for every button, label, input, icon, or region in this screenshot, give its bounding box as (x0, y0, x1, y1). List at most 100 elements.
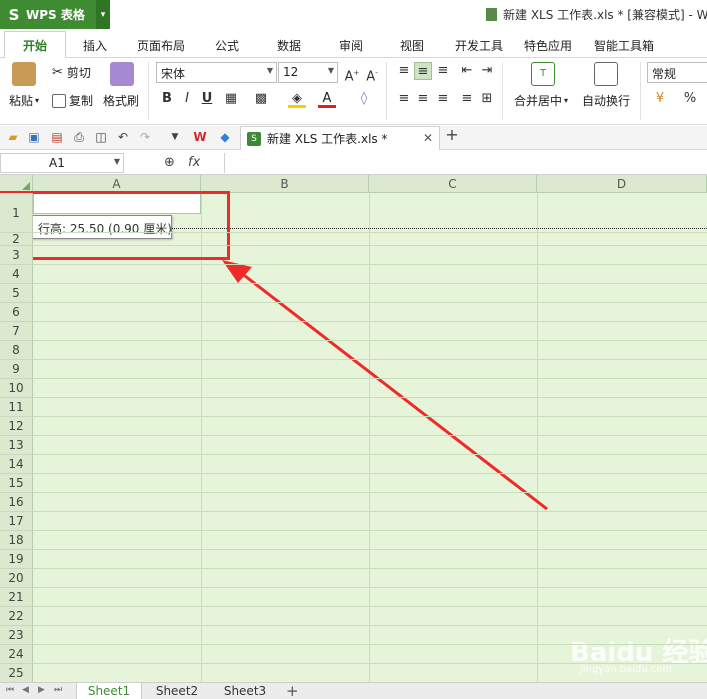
row-header-23[interactable]: 23 (0, 626, 33, 645)
tab-formulas[interactable]: 公式 (215, 37, 239, 54)
cloud-box-icon[interactable]: ◆ (218, 130, 232, 144)
underline-button[interactable]: U (198, 90, 216, 108)
sheet-tab-sheet3[interactable]: Sheet3 (214, 683, 276, 699)
row-header-19[interactable]: 19 (0, 550, 33, 569)
justify-icon[interactable]: ≡ (458, 90, 476, 108)
distribute-icon[interactable]: ⊞ (478, 90, 496, 108)
name-box[interactable]: A1 ▼ (0, 153, 124, 173)
row-header-9[interactable]: 9 (0, 360, 33, 379)
row-header-20[interactable]: 20 (0, 569, 33, 588)
tab-insert[interactable]: 插入 (83, 37, 107, 54)
new-tab-icon[interactable]: + (445, 127, 459, 143)
document-tab[interactable]: S 新建 XLS 工作表.xls * ✕ (240, 126, 440, 150)
align-bottom-icon[interactable]: ≡ (434, 62, 452, 80)
formula-input[interactable] (224, 153, 707, 173)
merge-center-button[interactable]: T (531, 62, 558, 86)
bold-button[interactable]: B (158, 90, 176, 108)
indent-decrease-icon[interactable]: ⇤ (458, 62, 476, 80)
row-header-4[interactable]: 4 (0, 265, 33, 284)
format-painter-label-button[interactable]: 格式刷 (103, 92, 139, 109)
copy-button[interactable]: 复制 (52, 92, 93, 109)
wps-w-icon[interactable]: W (193, 130, 207, 144)
row-header-18[interactable]: 18 (0, 531, 33, 550)
print-preview-icon[interactable]: ◫ (94, 130, 108, 144)
sheet-tab-sheet1[interactable]: Sheet1 (76, 683, 142, 699)
fill-color-icon[interactable]: ◈ (288, 90, 306, 108)
sheet-tab-sheet2[interactable]: Sheet2 (146, 683, 208, 699)
undo-icon[interactable]: ↶ (116, 130, 130, 144)
wrap-text-label-button[interactable]: 自动换行 (582, 92, 630, 109)
row-header-21[interactable]: 21 (0, 588, 33, 607)
row-header-14[interactable]: 14 (0, 455, 33, 474)
font-size-select[interactable]: 12 ▼ (278, 62, 338, 83)
add-sheet-icon[interactable]: + (286, 682, 299, 699)
tab-data[interactable]: 数据 (277, 37, 301, 54)
percent-button[interactable]: % (681, 90, 699, 108)
tab-developer[interactable]: 开发工具 (455, 37, 503, 54)
clear-format-icon[interactable]: ◊ (355, 90, 373, 108)
row-header-6[interactable]: 6 (0, 303, 33, 322)
row-header-1[interactable]: 1 (0, 193, 33, 233)
fill-pattern-icon[interactable]: ▩ (252, 90, 270, 108)
save-icon[interactable]: ▣ (27, 130, 41, 144)
font-name-select[interactable]: 宋体 ▼ (156, 62, 277, 83)
row-header-15[interactable]: 15 (0, 474, 33, 493)
cut-label: 剪切 (66, 66, 91, 80)
next-sheet-icon[interactable]: ▶ (38, 685, 45, 695)
align-left-icon[interactable]: ≡ (395, 90, 413, 108)
format-painter-button[interactable] (110, 62, 137, 86)
paste-label-button[interactable]: 粘贴 ▾ (9, 92, 39, 109)
increase-font-icon[interactable]: A+ (343, 64, 361, 84)
number-format-select[interactable]: 常规 (647, 62, 707, 83)
wrap-text-button[interactable] (594, 62, 621, 86)
insert-function-button[interactable]: fx (188, 155, 200, 170)
align-right-icon[interactable]: ≡ (434, 90, 452, 108)
row-header-13[interactable]: 13 (0, 436, 33, 455)
italic-button[interactable]: I (178, 90, 196, 108)
row-header-24[interactable]: 24 (0, 645, 33, 664)
open-folder-icon[interactable]: ▰ (6, 130, 20, 144)
align-center-icon[interactable]: ≡ (414, 90, 432, 108)
row-header-2[interactable]: 2 (0, 232, 33, 246)
chevron-down-icon[interactable]: ▼ (168, 130, 182, 144)
tab-special-apps[interactable]: 特色应用 (524, 37, 572, 54)
align-top-icon[interactable]: ≡ (395, 62, 413, 80)
tab-view[interactable]: 视图 (400, 37, 424, 54)
tab-review[interactable]: 审阅 (339, 37, 363, 54)
zoom-search-icon[interactable]: ⊕ (164, 155, 175, 170)
currency-icon[interactable]: ¥ (651, 90, 669, 108)
row-header-12[interactable]: 12 (0, 417, 33, 436)
row-header-3[interactable]: 3 (0, 246, 33, 265)
row-header-25[interactable]: 25 (0, 664, 33, 682)
row-gridline (33, 245, 707, 246)
last-sheet-icon[interactable]: ⏭ (54, 685, 62, 695)
first-sheet-icon[interactable]: ⏮ (6, 685, 14, 695)
tab-smart-toolbox[interactable]: 智能工具箱 (594, 37, 654, 54)
close-icon[interactable]: ✕ (423, 131, 433, 145)
row-header-11[interactable]: 11 (0, 398, 33, 417)
borders-icon[interactable]: ▦ (222, 90, 240, 108)
row-header-8[interactable]: 8 (0, 341, 33, 360)
tab-page-layout[interactable]: 页面布局 (137, 37, 185, 54)
align-middle-icon[interactable]: ≡ (414, 62, 432, 80)
prev-sheet-icon[interactable]: ◀ (22, 685, 29, 695)
export-pdf-icon[interactable]: ▤ (50, 130, 64, 144)
decrease-font-icon[interactable]: A- (363, 64, 381, 84)
print-icon[interactable]: ⎙ (72, 130, 86, 144)
redo-icon[interactable]: ↷ (138, 130, 152, 144)
cut-button[interactable]: ✂ 剪切 (52, 64, 91, 81)
merge-center-label-button[interactable]: 合并居中 ▾ (514, 92, 568, 109)
row-header-22[interactable]: 22 (0, 607, 33, 626)
font-color-icon[interactable]: A (318, 90, 336, 108)
indent-increase-icon[interactable]: ⇥ (478, 62, 496, 80)
row-header-7[interactable]: 7 (0, 322, 33, 341)
row-header-10[interactable]: 10 (0, 379, 33, 398)
tab-home[interactable]: 开始 (4, 31, 67, 59)
paste-button[interactable] (12, 62, 39, 86)
row-header-16[interactable]: 16 (0, 493, 33, 512)
app-menu-button[interactable]: S WPS 表格 ▾ (0, 0, 110, 29)
row-header-5[interactable]: 5 (0, 284, 33, 303)
row-header-17[interactable]: 17 (0, 512, 33, 531)
chevron-down-icon[interactable]: ▾ (96, 0, 110, 29)
spreadsheet-grid[interactable]: A B C D 行高: 25.50 (0.90 厘米) Baidu 经验 jin… (0, 175, 707, 682)
